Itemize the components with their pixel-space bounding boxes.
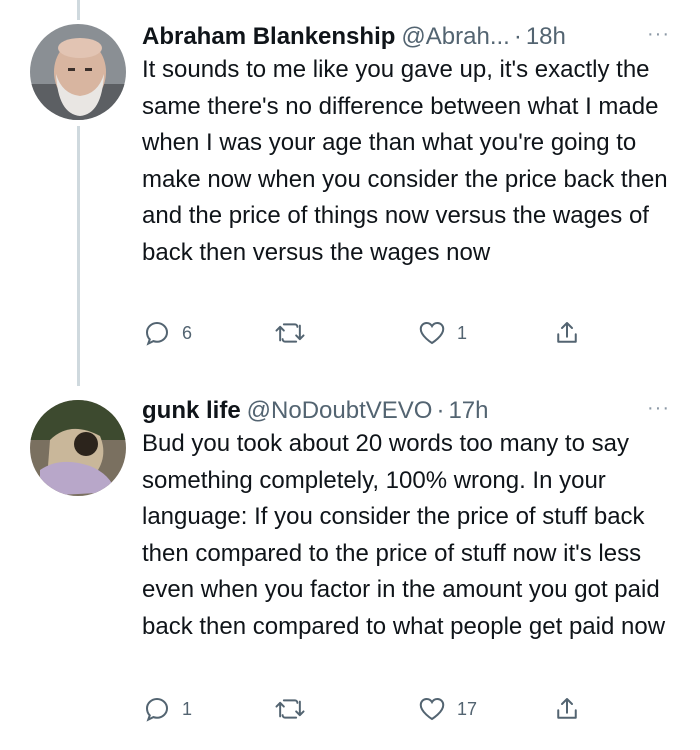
tweet-text: It sounds to me like you gave up, it's e… xyxy=(142,56,668,266)
retweet-icon xyxy=(274,318,306,348)
like-button[interactable]: 1 xyxy=(417,318,467,348)
reply-icon xyxy=(142,318,172,348)
tweet-text: Bud you took about 20 words too many to … xyxy=(142,430,666,640)
reply-count: 6 xyxy=(182,322,193,343)
author-name[interactable]: Abraham Blankenship xyxy=(142,22,395,52)
share-icon xyxy=(552,318,582,348)
tweet[interactable]: gunk life @NoDoubtVEVO · 17h ··· Bud you… xyxy=(0,380,700,750)
reply-icon xyxy=(142,694,172,724)
heart-icon xyxy=(417,694,447,724)
tweet-header: gunk life @NoDoubtVEVO · 17h xyxy=(142,396,670,426)
timestamp[interactable]: 18h xyxy=(526,22,566,52)
share-icon xyxy=(552,694,582,724)
author-handle[interactable]: @Abrah... xyxy=(401,22,509,52)
like-button[interactable]: 17 xyxy=(417,694,477,724)
like-count: 1 xyxy=(457,322,468,343)
reply-button[interactable]: 1 xyxy=(142,694,192,724)
reply-count: 1 xyxy=(182,698,193,719)
share-button[interactable] xyxy=(552,318,582,348)
like-count: 17 xyxy=(457,698,478,719)
retweet-button[interactable] xyxy=(274,694,316,724)
tweet-actions: 6 1 xyxy=(142,318,582,358)
avatar[interactable] xyxy=(30,24,126,120)
separator: · xyxy=(436,397,445,424)
avatar[interactable] xyxy=(30,400,126,496)
timestamp[interactable]: 17h xyxy=(448,396,488,426)
share-button[interactable] xyxy=(552,694,582,724)
separator: · xyxy=(513,23,522,50)
tweet[interactable]: Abraham Blankenship @Abrah... · 18h ··· … xyxy=(0,0,700,380)
heart-icon xyxy=(417,318,447,348)
more-options-icon[interactable]: ··· xyxy=(647,24,670,44)
reply-button[interactable]: 6 xyxy=(142,318,192,348)
retweet-icon xyxy=(274,694,306,724)
tweet-actions: 1 17 xyxy=(142,694,582,734)
author-name[interactable]: gunk life xyxy=(142,396,241,426)
tweet-header: Abraham Blankenship @Abrah... · 18h xyxy=(142,22,670,52)
more-options-icon[interactable]: ··· xyxy=(647,398,670,418)
retweet-button[interactable] xyxy=(274,318,316,348)
author-handle[interactable]: @NoDoubtVEVO xyxy=(247,396,433,426)
